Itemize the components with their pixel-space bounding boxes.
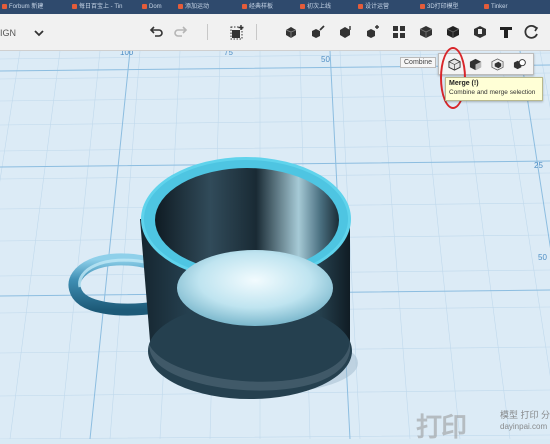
tab-label: 经典样板 [249,4,274,10]
browser-tab[interactable]: Tinker [484,2,528,12]
ruler-label-100: 100 [120,51,134,57]
subtract-icon [469,58,481,70]
ruler-label-50-right: 50 [538,253,547,262]
design-menu-label[interactable]: IGN [0,28,16,38]
browser-tab[interactable]: 3D打印模型 [420,2,470,12]
watermark-line1: 模型 打印 分享 [500,410,550,420]
browser-tab-strip: Forbum 新建 每日百宝上 - Tin Dom 添加运动 经典样板 初次上线… [0,0,550,14]
merge-tooltip: Merge (!) Combine and merge selection [445,77,543,101]
favicon-icon [142,3,147,9]
toolbar-divider [207,24,208,40]
undo-icon [149,26,163,37]
browser-tab[interactable]: 设计运营 [358,2,398,12]
favicon-icon [2,3,7,9]
text-icon [500,27,512,38]
chevron-down-icon[interactable] [34,29,44,37]
redo-icon [174,26,188,37]
browser-tab[interactable]: 添加运动 [178,2,218,12]
combine-label: Combine [400,57,437,68]
import-shape-button[interactable] [228,23,246,41]
undo-button[interactable] [147,23,165,41]
favicon-icon [242,3,247,9]
rotate-button[interactable] [523,23,541,41]
text-button[interactable] [497,23,515,41]
browser-tab[interactable]: 每日百宝上 - Tin [72,2,132,12]
mirror-icon [367,25,379,38]
workplane-grid [0,51,550,439]
subtract-button[interactable] [467,56,483,72]
mirror-button[interactable] [363,23,381,41]
browser-tab[interactable]: Forbum 新建 [2,2,62,12]
hollow-cube-button[interactable] [471,23,489,41]
tab-label: 添加运动 [185,4,210,10]
watermark: 打印 模型 打印 分享 dayinpai.com [416,407,550,443]
tab-label: Forbum 新建 [9,4,44,10]
hollow-cube-icon [474,26,486,38]
workplane[interactable]: 100 75 50 25 50 [0,51,550,439]
tab-label: 3D打印模型 [427,4,459,10]
pattern-button[interactable] [390,23,408,41]
combine-panel: Combine [400,53,536,75]
exclude-button[interactable] [511,56,527,72]
pattern-icon [393,26,405,38]
intersect-button[interactable] [489,56,505,72]
tooltip-description: Combine and merge selection [449,89,536,96]
tab-label: 设计运营 [365,4,390,10]
browser-tab[interactable]: 初次上线 [300,2,340,12]
favicon-icon [420,3,425,9]
intersect-icon [491,58,503,70]
favicon-icon [72,3,77,9]
tooltip-title: Merge (!) [449,80,479,87]
align-button[interactable] [336,23,354,41]
solid-cube-icon [446,26,460,38]
exclude-icon [513,58,526,69]
cube-button[interactable] [417,23,435,41]
ruler-label-75: 75 [224,51,233,57]
main-toolbar: IGN [0,14,550,51]
tab-label: 每日百宝上 - Tin [79,4,123,10]
toolbar-divider [256,24,257,40]
browser-tab[interactable]: Dom [142,2,172,12]
paint-button[interactable] [309,23,327,41]
favicon-icon [178,3,183,9]
favicon-icon [358,3,363,9]
favicon-icon [484,3,489,9]
ruler-label-50: 50 [321,55,330,64]
align-icon [340,26,351,38]
watermark-logo-text: 打印 [416,413,467,443]
ruler-label-25: 25 [534,161,543,170]
group-icon [285,27,297,38]
rotate-icon [524,24,539,39]
paint-icon [312,25,325,38]
favicon-icon [300,3,305,9]
solid-cube-button[interactable] [444,23,462,41]
import-shape-icon [230,25,244,40]
group-button[interactable] [282,23,300,41]
browser-tab[interactable]: 经典样板 [242,2,282,12]
cube-icon [419,26,433,38]
watermark-line2: dayinpai.com [500,422,548,431]
tab-label: Tinker [491,4,508,10]
tab-label: Dom [149,4,162,10]
redo-button[interactable] [172,23,190,41]
tab-label: 初次上线 [307,4,332,10]
